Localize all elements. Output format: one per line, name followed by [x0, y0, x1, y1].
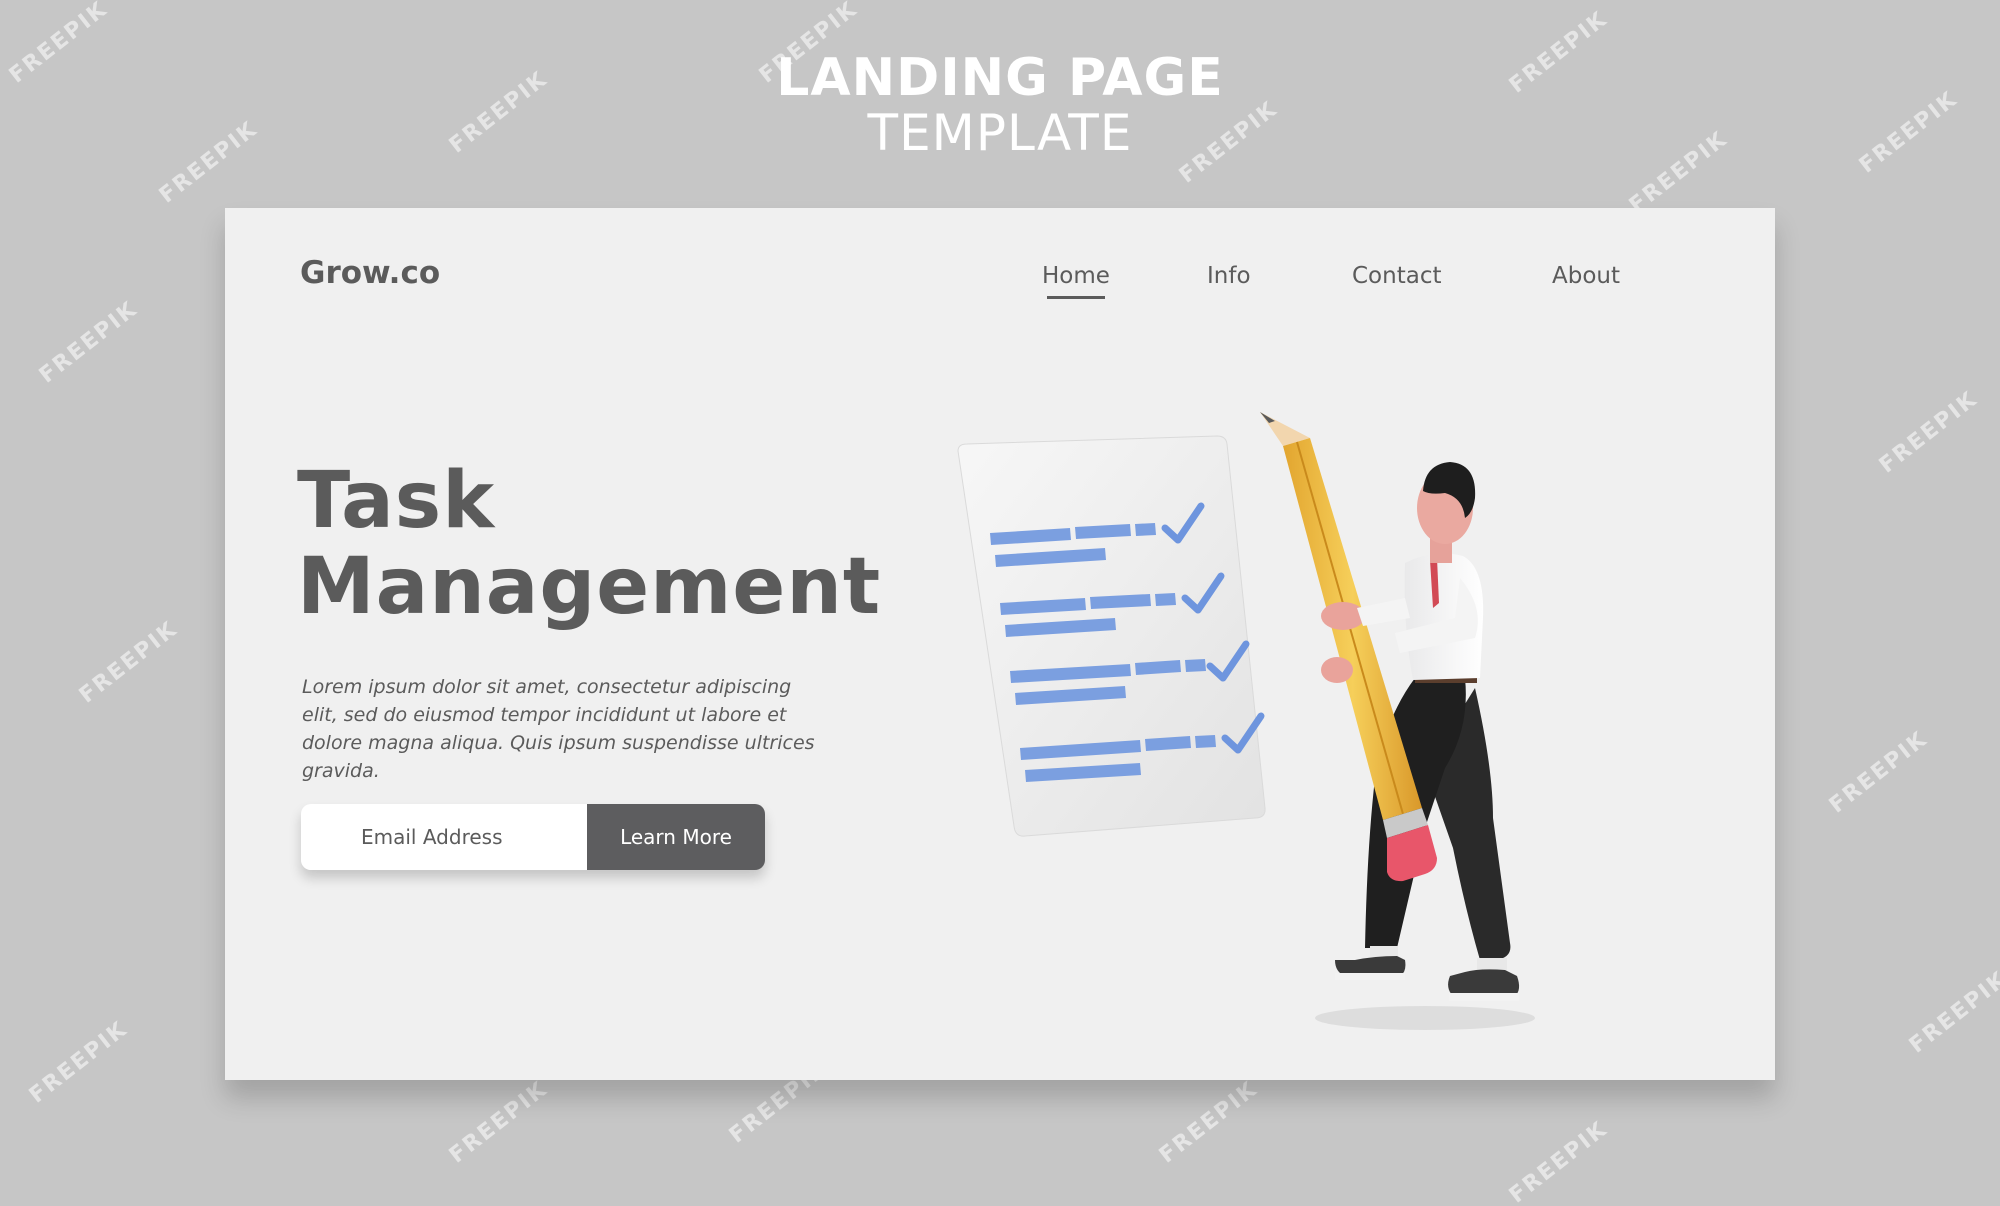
watermark: FREEPIK: [1154, 1076, 1263, 1169]
watermark: FREEPIK: [34, 296, 143, 389]
watermark: FREEPIK: [1904, 966, 2000, 1059]
template-subtitle: TEMPLATE: [867, 104, 1133, 162]
watermark: FREEPIK: [1504, 1116, 1613, 1206]
person-holding-pencil-icon: [1315, 462, 1535, 1030]
template-title: LANDING PAGE: [776, 48, 1224, 108]
watermark: FREEPIK: [24, 1016, 133, 1109]
page-canvas: FREEPIK FREEPIK FREEPIK FREEPIK FREEPIK …: [0, 0, 2000, 1206]
hero-illustration: [957, 412, 1535, 1030]
watermark: FREEPIK: [74, 616, 183, 709]
watermark: FREEPIK: [444, 1076, 553, 1169]
landing-page-card: Grow.co Home Info Contact About Task Man…: [225, 208, 1775, 1080]
checklist-document-icon: [957, 435, 1266, 837]
watermark: FREEPIK: [1824, 726, 1933, 819]
watermark: FREEPIK: [1874, 386, 1983, 479]
